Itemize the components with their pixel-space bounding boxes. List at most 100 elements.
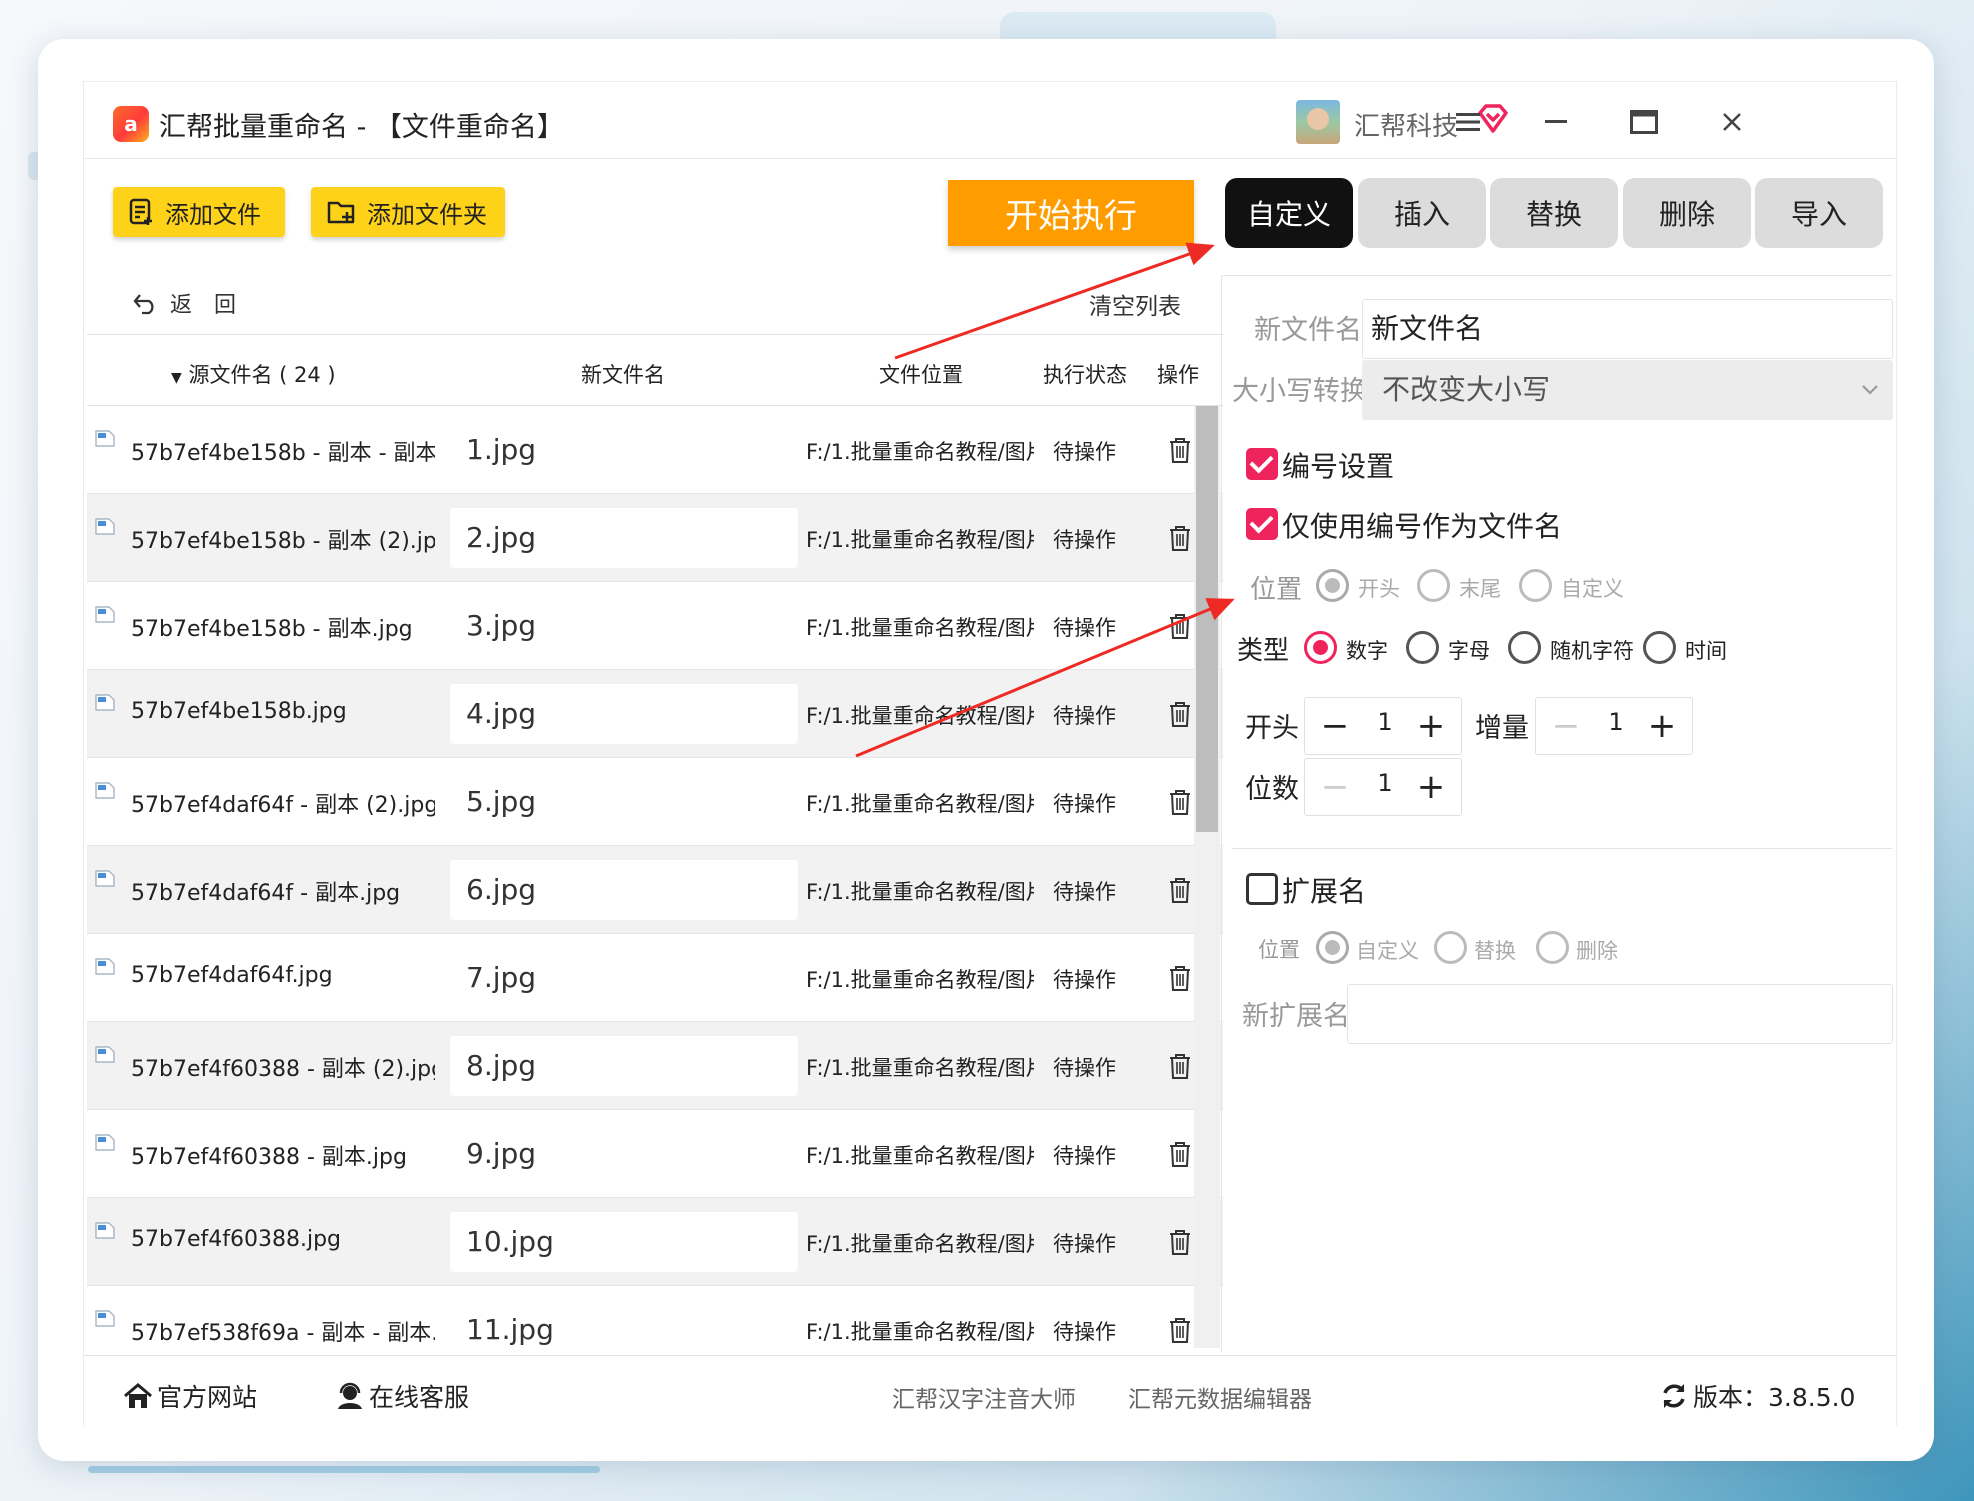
only-number-label: 仅使用编号作为文件名 <box>1282 510 1563 543</box>
type-radio-time[interactable] <box>1643 631 1676 664</box>
table-row[interactable]: 57b7ef4f60388 - 副本 (2).jpg 8.jpg F:/1.批量重命… <box>87 1022 1223 1110</box>
add-file-button[interactable]: 添加文件 <box>113 187 285 237</box>
trash-icon[interactable] <box>1167 876 1193 904</box>
minimize-icon[interactable] <box>1536 102 1576 142</box>
official-website-link[interactable]: 官方网站 <box>123 1378 257 1414</box>
new-filename-input[interactable]: 9.jpg <box>450 1124 798 1184</box>
user-name[interactable]: 汇帮科技 <box>1354 106 1458 143</box>
numbering-checkbox[interactable] <box>1246 448 1278 480</box>
start-increment-button[interactable]: + <box>1411 704 1451 748</box>
execution-status: 待操作 <box>1053 792 1116 816</box>
file-location: F:/1.批量重命名教程/图片 <box>806 1056 1034 1080</box>
file-location: F:/1.批量重命名教程/图片 <box>806 528 1034 552</box>
ext-position-radio-delete[interactable] <box>1536 931 1569 964</box>
table-row[interactable]: 57b7ef4f60388.jpg 10.jpg F:/1.批量重命名教程/图片 待操… <box>87 1198 1223 1286</box>
execution-status: 待操作 <box>1053 440 1116 464</box>
table-row[interactable]: 57b7ef4daf64f - 副本.jpg 6.jpg F:/1.批量重命名教程/… <box>87 846 1223 934</box>
new-filename-input[interactable]: 3.jpg <box>450 596 798 656</box>
tab-delete[interactable]: 删除 <box>1623 178 1751 248</box>
table-row[interactable]: 57b7ef4daf64f.jpg 7.jpg F:/1.批量重命名教程/图片 待操作 <box>87 934 1223 1022</box>
back-button[interactable]: 返 回 <box>132 287 236 319</box>
source-filename: 57b7ef4f60388.jpg <box>131 1227 341 1252</box>
table-row[interactable]: 57b7ef4be158b - 副本.jpg 3.jpg F:/1.批量重命名教程/… <box>87 582 1223 670</box>
close-icon[interactable] <box>1712 102 1752 142</box>
new-filename-input[interactable]: 8.jpg <box>450 1036 798 1096</box>
trash-icon[interactable] <box>1167 964 1193 992</box>
table-row[interactable]: 57b7ef4be158b.jpg 4.jpg F:/1.批量重命名教程/图片 待操作 <box>87 670 1223 758</box>
ext-position-radio-replace[interactable] <box>1434 931 1467 964</box>
increment-stepper: − 1 + <box>1535 697 1693 755</box>
tab-replace[interactable]: 替换 <box>1490 178 1618 248</box>
table-row[interactable]: 57b7ef538f69a - 副本 - 副本.jpg 11.jpg F:/1.批量… <box>87 1286 1223 1348</box>
image-file-icon <box>95 430 115 447</box>
new-name-input[interactable]: 新文件名 <box>1362 299 1893 359</box>
metadata-editor-link[interactable]: 汇帮元数据编辑器 <box>1128 1380 1312 1414</box>
start-decrement-button[interactable]: − <box>1315 704 1355 748</box>
new-filename-input[interactable]: 2.jpg <box>450 508 798 568</box>
trash-icon[interactable] <box>1167 1052 1193 1080</box>
scrollbar-thumb[interactable] <box>1196 406 1218 832</box>
new-filename-input[interactable]: 4.jpg <box>450 684 798 744</box>
position-radio-custom[interactable] <box>1519 569 1552 602</box>
trash-icon[interactable] <box>1167 612 1193 640</box>
version-info[interactable]: 版本：3.8.5.0 <box>1659 1378 1855 1414</box>
new-name-label: 新文件名 <box>1254 315 1362 346</box>
new-filename-input[interactable]: 6.jpg <box>450 860 798 920</box>
new-extension-input[interactable] <box>1347 984 1893 1044</box>
trash-icon[interactable] <box>1167 700 1193 728</box>
position-radio-end[interactable] <box>1417 569 1450 602</box>
new-filename-input[interactable]: 11.jpg <box>450 1300 798 1348</box>
tab-import[interactable]: 导入 <box>1755 178 1883 248</box>
table-row[interactable]: 57b7ef4be158b - 副本 (2).jpg 2.jpg F:/1.批量重命… <box>87 494 1223 582</box>
trash-icon[interactable] <box>1167 524 1193 552</box>
increment-value[interactable]: 1 <box>1596 708 1636 736</box>
table-row[interactable]: 57b7ef4daf64f - 副本 (2).jpg 5.jpg F:/1.批量重命… <box>87 758 1223 846</box>
execution-status: 待操作 <box>1053 704 1116 728</box>
customer-service-icon <box>338 1382 362 1409</box>
clear-list-button[interactable]: 清空列表 <box>1089 287 1181 321</box>
tab-insert[interactable]: 插入 <box>1358 178 1486 248</box>
add-folder-button[interactable]: 添加文件夹 <box>311 187 505 237</box>
type-radio-random[interactable] <box>1508 631 1541 664</box>
pinyin-master-link[interactable]: 汇帮汉字注音大师 <box>892 1380 1076 1414</box>
table-row[interactable]: 57b7ef4f60388 - 副本.jpg 9.jpg F:/1.批量重命名教程/… <box>87 1110 1223 1198</box>
type-radio-number[interactable] <box>1304 631 1337 664</box>
new-filename-input[interactable]: 1.jpg <box>450 420 798 480</box>
maximize-icon[interactable] <box>1624 102 1664 142</box>
trash-icon[interactable] <box>1167 1228 1193 1256</box>
home-icon <box>124 1383 152 1408</box>
file-location: F:/1.批量重命名教程/图片 <box>806 1232 1034 1256</box>
table-row[interactable]: 57b7ef4be158b - 副本 - 副本.jpg 1.jpg F:/1.批量重… <box>87 406 1223 494</box>
type-radio-letter[interactable] <box>1406 631 1439 664</box>
new-filename-input[interactable]: 7.jpg <box>450 948 798 1008</box>
tab-custom[interactable]: 自定义 <box>1225 178 1353 248</box>
trash-icon[interactable] <box>1167 436 1193 464</box>
file-location: F:/1.批量重命名教程/图片 <box>806 880 1034 904</box>
column-source[interactable]: ▼ 源文件名 ( 24 ) <box>171 359 336 389</box>
digits-value[interactable]: 1 <box>1365 769 1405 797</box>
trash-icon[interactable] <box>1167 788 1193 816</box>
case-conversion-select[interactable]: 不改变大小写 <box>1362 360 1893 420</box>
menu-icon[interactable] <box>1448 102 1488 142</box>
ext-position-option-replace: 替换 <box>1474 939 1516 963</box>
increment-increment-button[interactable]: + <box>1642 704 1682 748</box>
new-filename-input[interactable]: 5.jpg <box>450 772 798 832</box>
new-filename-input[interactable]: 10.jpg <box>450 1212 798 1272</box>
digits-increment-button[interactable]: + <box>1411 765 1451 809</box>
position-radio-start[interactable] <box>1316 569 1349 602</box>
image-file-icon <box>95 518 115 535</box>
increment-decrement-button[interactable]: − <box>1546 704 1586 748</box>
execution-status: 待操作 <box>1053 1144 1116 1168</box>
only-number-checkbox[interactable] <box>1246 508 1278 540</box>
digits-decrement-button[interactable]: − <box>1315 765 1355 809</box>
trash-icon[interactable] <box>1167 1140 1193 1168</box>
ext-position-radio-custom[interactable] <box>1316 931 1349 964</box>
table-header: ▼ 源文件名 ( 24 ) 新文件名 文件位置 执行状态 操作 <box>87 334 1223 406</box>
online-support-link[interactable]: 在线客服 <box>335 1378 469 1414</box>
start-value[interactable]: 1 <box>1365 708 1405 736</box>
user-avatar[interactable] <box>1296 100 1340 144</box>
extension-checkbox[interactable] <box>1246 873 1278 905</box>
start-execute-button[interactable]: 开始执行 <box>948 180 1194 246</box>
add-file-icon <box>129 198 152 225</box>
trash-icon[interactable] <box>1167 1316 1193 1344</box>
